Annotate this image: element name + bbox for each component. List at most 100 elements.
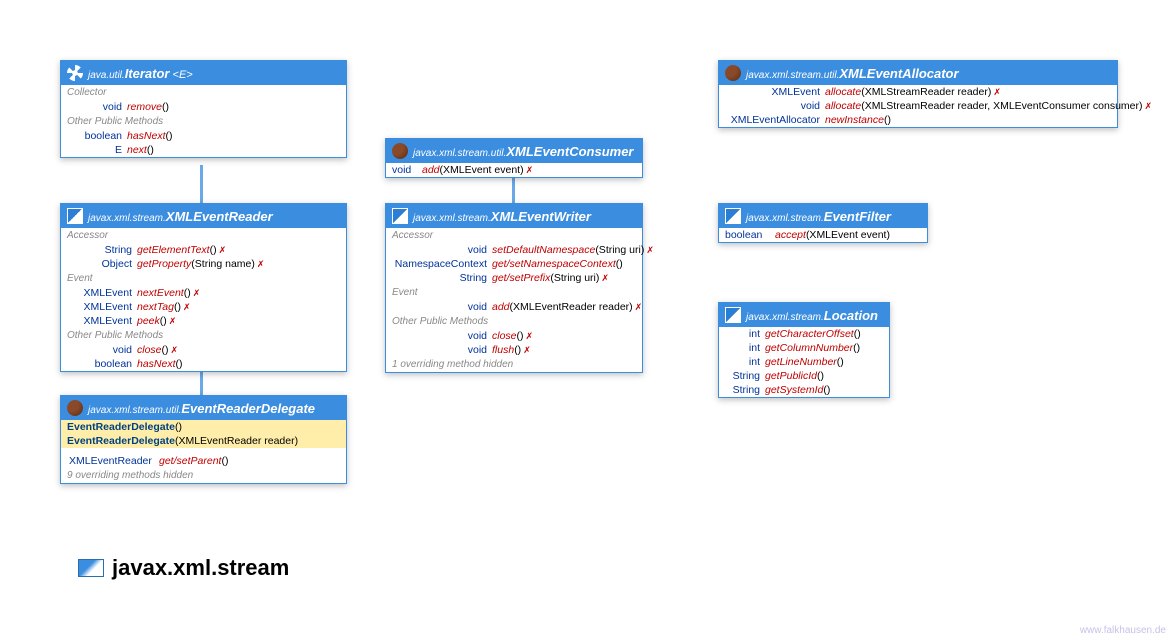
method-name: allocate [825, 86, 861, 98]
class-xml-event-reader[interactable]: javax.xml.stream.XMLEventReader Accessor… [60, 203, 347, 372]
ret-type: String [725, 384, 765, 396]
method-name: hasNext [127, 130, 166, 142]
section-event: Event [61, 271, 346, 286]
ctor-1[interactable]: EventReaderDelegate() [61, 420, 346, 434]
throws-marker: ✗ [521, 345, 531, 355]
method-new-instance[interactable]: XMLEventAllocator newInstance() [719, 113, 1117, 127]
connector-consumer-writer [512, 175, 515, 205]
method-name: getSystemId [765, 384, 823, 396]
method-name: get/setNamespaceContext [492, 258, 616, 270]
ret-type: void [392, 344, 492, 356]
method-name: newInstance [825, 114, 884, 126]
params: () [837, 356, 844, 368]
params: (String uri) [595, 244, 644, 256]
ret-type: String [392, 272, 492, 284]
method-flush[interactable]: void flush()✗ [386, 343, 642, 357]
interface-icon [392, 208, 408, 224]
params: () [616, 258, 623, 270]
method-get-property[interactable]: Object getProperty(String name)✗ [61, 257, 346, 271]
method-next-event[interactable]: XMLEvent nextEvent()✗ [61, 286, 346, 300]
section-event: Event [386, 285, 642, 300]
method-add-event[interactable]: void add(XMLEvent event)✗ [386, 163, 642, 177]
class-name: XMLEventReader [166, 209, 273, 224]
throws-marker: ✗ [599, 273, 609, 283]
class-icon [392, 143, 408, 159]
class-icon [725, 65, 741, 81]
ctor-2[interactable]: EventReaderDelegate(XMLEventReader reade… [61, 434, 346, 448]
method-get-set-prefix[interactable]: String get/setPrefix(String uri)✗ [386, 271, 642, 285]
method-get-col-number[interactable]: int getColumnNumber() [719, 341, 889, 355]
method-name: flush [492, 344, 514, 356]
class-header: javax.xml.stream.util.EventReaderDelegat… [61, 396, 346, 420]
method-set-default-ns[interactable]: void setDefaultNamespace(String uri)✗ [386, 243, 642, 257]
class-location[interactable]: javax.xml.stream.Location int getCharact… [718, 302, 890, 398]
ret-type: String [67, 244, 137, 256]
throws-marker: ✗ [217, 245, 227, 255]
hidden-note: 1 overriding method hidden [386, 357, 642, 372]
section-other: Other Public Methods [61, 328, 346, 343]
package-icon [78, 559, 104, 577]
method-close-writer[interactable]: void close()✗ [386, 329, 642, 343]
interface-icon [725, 208, 741, 224]
params: () [162, 101, 169, 113]
ret-type: void [392, 301, 492, 313]
method-name: add [492, 301, 510, 313]
class-event-reader-delegate[interactable]: javax.xml.stream.util. EventReaderDelegat… [60, 395, 347, 484]
method-peek[interactable]: XMLEvent peek()✗ [61, 314, 346, 328]
params: () [184, 287, 191, 299]
method-get-set-ns-ctx[interactable]: NamespaceContext get/setNamespaceContext… [386, 257, 642, 271]
method-name: allocate [825, 100, 861, 112]
method-close[interactable]: void close()✗ [61, 343, 346, 357]
params: (XMLEvent event) [806, 229, 890, 241]
throws-marker: ✗ [633, 302, 643, 312]
method-name: getLineNumber [765, 356, 837, 368]
method-allocate2[interactable]: void allocate(XMLStreamReader reader, XM… [719, 99, 1117, 113]
method-get-system-id[interactable]: String getSystemId() [719, 383, 889, 397]
class-header: java.util.Iterator <E> [61, 61, 346, 85]
ret-type: int [725, 356, 765, 368]
method-name: setDefaultNamespace [492, 244, 595, 256]
method-name: next [127, 144, 147, 156]
method-hasnext[interactable]: boolean hasNext() [61, 129, 346, 143]
method-next-tag[interactable]: XMLEvent nextTag()✗ [61, 300, 346, 314]
class-name: Location [824, 308, 878, 323]
ret-type: Object [67, 258, 137, 270]
method-next[interactable]: E next() [61, 143, 346, 157]
ret-type: XMLEvent [67, 315, 137, 327]
method-add-reader[interactable]: void add(XMLEventReader reader)✗ [386, 300, 642, 314]
class-event-filter[interactable]: javax.xml.stream.EventFilter boolean acc… [718, 203, 928, 243]
method-get-element-text[interactable]: String getElementText()✗ [61, 243, 346, 257]
class-xml-event-consumer[interactable]: javax.xml.stream.util.XMLEventConsumer v… [385, 138, 643, 178]
pkg-label: javax.xml.stream.util. [88, 405, 181, 416]
method-remove[interactable]: void remove() [61, 100, 346, 114]
class-xml-event-writer[interactable]: javax.xml.stream.XMLEventWriter Accessor… [385, 203, 643, 373]
method-name: getCharacterOffset [765, 328, 854, 340]
class-header: javax.xml.stream.Location [719, 303, 889, 327]
hidden-note: 9 overriding methods hidden [61, 468, 346, 483]
class-xml-event-allocator[interactable]: javax.xml.stream.util.XMLEventAllocator … [718, 60, 1118, 128]
method-accept[interactable]: boolean accept(XMLEvent event) [719, 228, 927, 242]
method-hasnext2[interactable]: boolean hasNext() [61, 357, 346, 371]
params: () [823, 384, 830, 396]
pkg-label: javax.xml.stream. [746, 312, 824, 323]
ret-type: void [67, 344, 137, 356]
pkg-label: javax.xml.stream. [413, 213, 491, 224]
section-accessor: Accessor [386, 228, 642, 243]
params: () [176, 358, 183, 370]
method-allocate1[interactable]: XMLEvent allocate(XMLStreamReader reader… [719, 85, 1117, 99]
method-get-line-number[interactable]: int getLineNumber() [719, 355, 889, 369]
throws-marker: ✗ [524, 165, 534, 175]
pkg-label: java.util. [88, 70, 125, 81]
throws-marker: ✗ [191, 288, 201, 298]
method-get-set-parent[interactable]: XMLEventReader get/setParent() [61, 454, 346, 468]
ret-type: void [67, 101, 127, 113]
ret-type: E [67, 144, 127, 156]
class-header: javax.xml.stream.XMLEventReader [61, 204, 346, 228]
class-header: javax.xml.stream.util.XMLEventConsumer [386, 139, 642, 163]
method-get-char-offset[interactable]: int getCharacterOffset() [719, 327, 889, 341]
ret-type: NamespaceContext [392, 258, 492, 270]
throws-marker: ✗ [181, 302, 191, 312]
class-header: javax.xml.stream.EventFilter [719, 204, 927, 228]
method-get-public-id[interactable]: String getPublicId() [719, 369, 889, 383]
class-iterator[interactable]: java.util.Iterator <E> Collector void re… [60, 60, 347, 158]
